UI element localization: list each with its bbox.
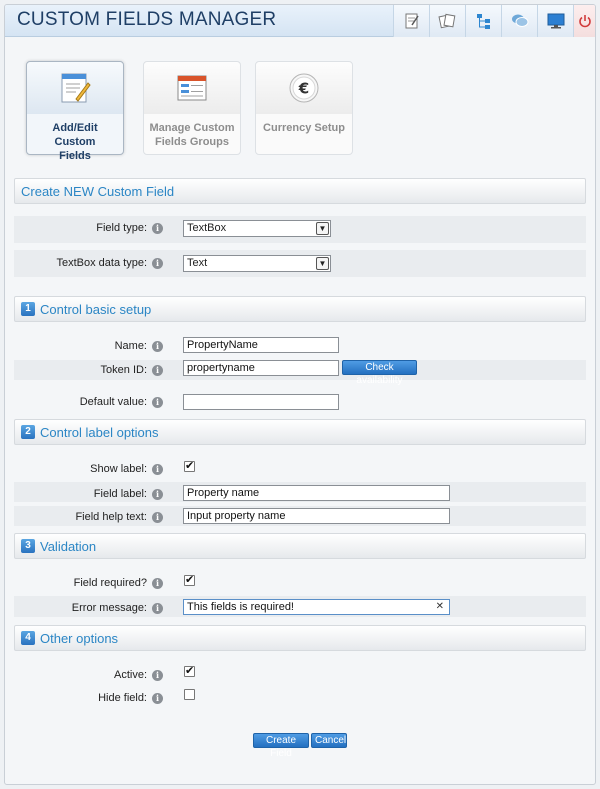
info-icon[interactable]: i <box>152 578 163 589</box>
default-value-label: Default value: <box>79 396 147 408</box>
info-icon[interactable]: i <box>152 397 163 408</box>
checkmark-icon: ✔ <box>185 665 195 677</box>
clear-icon[interactable]: ✕ <box>436 601 444 613</box>
section-create-new-field: Create NEW Custom Field <box>14 178 586 204</box>
hide-field-checkbox[interactable] <box>184 689 195 700</box>
tile-label-line2: Fields Groups <box>155 136 229 148</box>
section-title: Control basic setup <box>40 302 152 317</box>
checkmark-icon: ✔ <box>185 574 195 586</box>
notes-icon[interactable] <box>393 5 429 37</box>
name-input[interactable]: PropertyName <box>183 337 339 353</box>
field-required-label: Field required? <box>73 577 147 589</box>
hide-field-label: Hide field: <box>98 692 147 704</box>
tile-label-line1: Manage Custom <box>149 122 235 134</box>
section-title: Other options <box>40 631 119 646</box>
tile-label-line1: Add/Edit Custom <box>52 122 98 148</box>
section-number: 1 <box>21 302 35 316</box>
power-icon[interactable] <box>573 5 595 37</box>
default-value-input[interactable] <box>183 394 339 410</box>
header-toolbar <box>393 5 595 37</box>
data-type-select[interactable]: Text ▼ <box>183 255 331 272</box>
show-label-label: Show label: <box>90 463 147 475</box>
select-value: Text <box>187 257 208 269</box>
info-icon[interactable]: i <box>152 258 163 269</box>
info-icon[interactable]: i <box>152 670 163 681</box>
section-other-options: 4 Other options <box>14 625 586 651</box>
section-title: Create NEW Custom Field <box>21 184 175 199</box>
chat-icon[interactable] <box>501 5 537 37</box>
active-label: Active: <box>113 669 147 681</box>
create-field-button[interactable]: Create Field <box>253 733 309 759</box>
token-id-label: Token ID: <box>100 364 147 376</box>
edit-form-icon <box>61 73 91 103</box>
field-type-label: Field type: <box>96 222 147 234</box>
cancel-button[interactable]: Cancel <box>311 733 347 748</box>
data-type-label: TextBox data type: <box>56 257 148 269</box>
section-title: Validation <box>40 539 97 554</box>
section-title: Control label options <box>40 425 159 440</box>
chevron-down-icon: ▼ <box>316 257 329 270</box>
info-icon[interactable]: i <box>152 464 163 475</box>
currency-symbol: € <box>298 80 309 98</box>
field-type-select[interactable]: TextBox ▼ <box>183 220 331 237</box>
chevron-down-icon: ▼ <box>316 222 329 235</box>
field-label-input[interactable]: Property name <box>183 485 450 501</box>
hierarchy-icon[interactable] <box>465 5 501 37</box>
field-help-text-label: Field help text: <box>75 511 147 523</box>
checkmark-icon: ✔ <box>185 460 195 472</box>
tile-add-edit-custom-fields[interactable]: Add/Edit Custom Fields <box>26 61 124 162</box>
app-header: CUSTOM FIELDS MANAGER <box>5 5 595 37</box>
info-icon[interactable]: i <box>152 365 163 376</box>
token-id-input[interactable]: propertyname <box>183 360 339 376</box>
select-value: TextBox <box>187 222 227 234</box>
info-icon[interactable]: i <box>152 223 163 234</box>
tile-manage-custom-fields-groups[interactable]: Manage Custom Fields Groups <box>143 61 241 155</box>
app-window: CUSTOM FIELDS MANAGER Add/Edit Custom Fi… <box>4 4 596 785</box>
name-label: Name: <box>114 340 147 352</box>
app-title: CUSTOM FIELDS MANAGER <box>17 9 277 30</box>
active-checkbox[interactable]: ✔ <box>184 665 195 677</box>
show-label-checkbox[interactable]: ✔ <box>184 460 195 472</box>
section-validation: 3 Validation <box>14 533 586 559</box>
field-label-label: Field label: <box>93 488 147 500</box>
section-basic-setup: 1 Control basic setup <box>14 296 586 322</box>
tile-currency-setup[interactable]: € Currency Setup <box>255 61 353 155</box>
monitor-icon[interactable] <box>537 5 573 37</box>
euro-icon: € <box>289 73 319 103</box>
field-required-checkbox[interactable]: ✔ <box>184 574 195 586</box>
error-message-input[interactable]: This fields is required! ✕ <box>183 599 450 615</box>
error-message-value: This fields is required! <box>187 601 294 613</box>
info-icon[interactable]: i <box>152 603 163 614</box>
field-help-text-input[interactable]: Input property name <box>183 508 450 524</box>
info-icon[interactable]: i <box>152 341 163 352</box>
info-icon[interactable]: i <box>152 512 163 523</box>
section-number: 2 <box>21 425 35 439</box>
window-list-icon <box>177 75 207 101</box>
info-icon[interactable]: i <box>152 693 163 704</box>
error-message-label: Error message: <box>71 602 147 614</box>
section-number: 3 <box>21 539 35 553</box>
tile-label-line1: Currency Setup <box>263 122 345 134</box>
check-availability-button[interactable]: Check availability <box>342 360 417 386</box>
section-label-options: 2 Control label options <box>14 419 586 445</box>
section-number: 4 <box>21 631 35 645</box>
tile-label-line2: Fields <box>59 150 91 162</box>
info-icon[interactable]: i <box>152 489 163 500</box>
cards-icon[interactable] <box>429 5 465 37</box>
